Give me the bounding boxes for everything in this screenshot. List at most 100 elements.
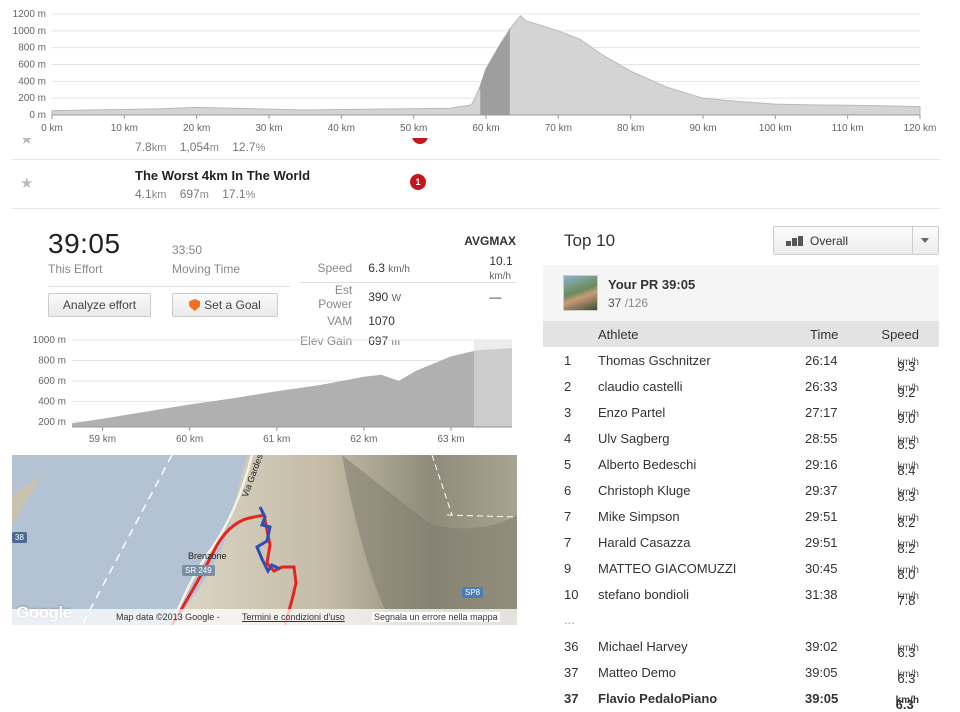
row-time[interactable]: 29:51 [805,509,838,524]
dropdown-toggle[interactable] [912,227,938,254]
map-terrain[interactable] [12,455,517,625]
table-row[interactable]: 6 Christoph Kluge 29:37 8.3 km/h [543,477,939,504]
segment-row-2[interactable]: ★ The Worst 4km In The World 4.1km 697m … [12,160,940,209]
table-row[interactable]: 4 Ulv Sagberg 28:55 8.5 km/h [543,425,939,452]
row-time[interactable]: 31:38 [805,587,838,602]
unit-label: m [209,142,219,154]
col-avg: AVG [464,234,490,248]
segment-name[interactable]: The Worst 4km In The World [135,168,310,183]
row-athlete[interactable]: Mike Simpson [598,509,680,524]
terms-link[interactable]: Termini e condizioni d'uso [242,612,345,622]
row-rank: 2 [564,379,572,394]
unit-label: % [255,142,266,154]
row-time[interactable]: 39:05 [805,665,838,680]
table-row[interactable]: 36 Michael Harvey 39:02 6.3 km/h [543,633,939,660]
row-time[interactable]: 29:37 [805,483,838,498]
x-tick-label: 60 km [176,434,203,445]
x-tick-label: 61 km [263,434,290,445]
row-athlete[interactable]: claudio castelli [598,379,683,394]
row-time[interactable]: 28:55 [805,431,838,446]
set-goal-button[interactable]: Set a Goal [172,293,278,317]
segment-row-1[interactable]: ★ 7.8km 1,054m 12.7% [12,138,940,160]
pr-rank: 37 /126 [608,296,648,310]
town-label: Brenzone [188,551,227,561]
speed-value: 7.8 [897,593,916,608]
segment-highlight [478,27,510,115]
rank-badge-icon [412,138,428,144]
speed-value: 6.3 [895,697,914,712]
table-row[interactable]: 1 Thomas Gschnitzer 26:14 9.3 km/h [543,347,939,374]
table-row[interactable]: 37 Flavio PedaloPiano 39:05 6.3 km/h [543,685,939,712]
row-athlete[interactable]: Thomas Gschnitzer [598,353,711,368]
elevation-overview-chart[interactable]: 1200 m 1000 m 800 m 600 m 400 m 200 m 0 m 0 km… [0,0,960,140]
star-icon[interactable]: ★ [20,138,33,148]
stat-avg: 6.3 km/h [368,254,490,283]
row-time[interactable]: 26:33 [805,379,838,394]
row-athlete[interactable]: Christoph Kluge [598,483,691,498]
col-athlete[interactable]: Athlete [598,327,638,342]
pr-rank-value: 37 [608,296,622,310]
unit-label: km [151,142,167,154]
y-tick-label: 400 m [18,76,46,87]
segment-distance: 7.8 [135,140,152,154]
leaderboard-filter-dropdown[interactable]: Overall [773,226,939,255]
report-error-link[interactable]: Segnala un errore nella mappa [372,612,500,622]
effort-time: 39:05 [48,228,121,259]
col-time[interactable]: Time [810,327,838,342]
unit-label: m [199,189,209,201]
map-data-text: Map data ©2013 Google - [116,612,220,622]
row-athlete[interactable]: MATTEO GIACOMUZZI [598,561,736,576]
row-time[interactable]: 29:16 [805,457,838,472]
y-tick-label: 1000 m [33,335,66,346]
stat-max-value: — [489,290,502,304]
table-row[interactable]: 5 Alberto Bedeschi 29:16 8.4 km/h [543,451,939,478]
analyze-effort-button[interactable]: Analyze effort [48,293,151,317]
row-time[interactable]: 26:14 [805,353,838,368]
x-tick-label: 30 km [255,123,282,134]
avatar[interactable] [563,275,598,311]
row-rank: 37 [564,665,579,680]
row-time[interactable]: 39:02 [805,639,838,654]
x-tick-label: 62 km [350,434,377,445]
row-time[interactable]: 27:17 [805,405,838,420]
table-row[interactable]: 3 Enzo Partel 27:17 9.0 km/h [543,399,939,426]
unit-label: % [245,189,256,201]
row-athlete[interactable]: Alberto Bedeschi [598,457,696,472]
unit-label: km/h [489,271,511,282]
x-tick-label: 80 km [617,123,644,134]
col-max: MAX [489,234,516,248]
row-athlete[interactable]: Enzo Partel [598,405,665,420]
row-athlete[interactable]: stefano bondioli [598,587,689,602]
x-tick-label: 10 km [111,123,138,134]
stat-label: Est Power [318,283,353,311]
table-row[interactable]: 7 Harald Casazza 29:51 8.2 km/h [543,529,939,556]
row-time[interactable]: 30:45 [805,561,838,576]
row-time[interactable]: 29:51 [805,535,838,550]
y-tick-label: 0 m [29,110,46,121]
table-row[interactable]: 37 Matteo Demo 39:05 6.3 km/h [543,659,939,686]
x-tick-label: 110 km [832,123,864,134]
row-athlete[interactable]: Flavio PedaloPiano [598,691,717,706]
stat-avg-value: 6.3 [368,261,385,275]
pr-label: Your PR 39:05 [608,277,696,292]
star-icon[interactable]: ★ [20,174,33,192]
segment-elevation-profile[interactable]: 1000 m 800 m 600 m 400 m 200 m 59 km 60 km 61 … [0,330,530,448]
speed-value: 9.2 [897,385,916,400]
col-speed[interactable]: Speed [881,327,919,342]
table-row[interactable]: 7 Mike Simpson 29:51 8.2 km/h [543,503,939,530]
segment-elevation: 697 [179,187,200,201]
table-row[interactable]: 9 MATTEO GIACOMUZZI 30:45 8.0 km/h [543,555,939,582]
row-athlete[interactable]: Harald Casazza [598,535,691,550]
speed-value: 8.2 [897,541,916,556]
row-athlete[interactable]: Michael Harvey [598,639,688,654]
x-tick-label: 63 km [437,434,464,445]
speed-value: 8.4 [897,463,916,478]
x-tick-label: 0 km [41,123,63,134]
effort-divider [48,286,290,287]
table-row[interactable]: 10 stefano bondioli 31:38 7.8 km/h [543,581,939,608]
row-athlete[interactable]: Matteo Demo [598,665,676,680]
table-row[interactable]: 2 claudio castelli 26:33 9.2 km/h [543,373,939,400]
row-athlete[interactable]: Ulv Sagberg [598,431,670,446]
row-time[interactable]: 39:05 [805,691,838,706]
route-map[interactable]: Via Gardesana Brenzone SR 249 SP8 38 Goo… [12,455,517,625]
